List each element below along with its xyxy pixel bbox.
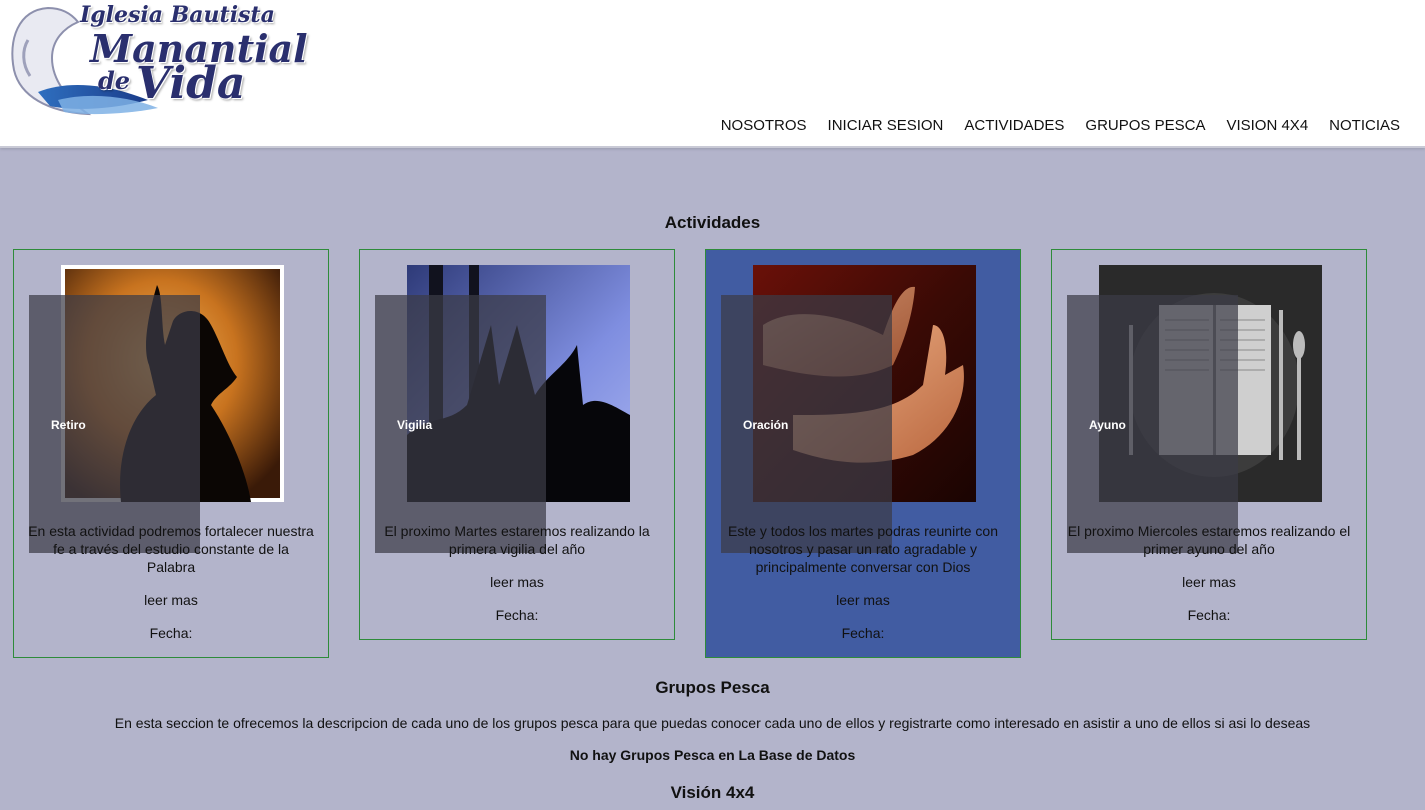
card-label-ayuno: Ayuno [1089, 418, 1126, 432]
activity-card-oracion[interactable]: Oración Este y todos los martes podras r… [705, 249, 1021, 658]
card-date: Fecha: [149, 625, 193, 641]
read-more-link[interactable]: leer mas [360, 574, 674, 590]
read-more-link[interactable]: leer mas [14, 592, 328, 608]
main-nav: NOSOTROS INICIAR SESION ACTIVIDADES GRUP… [700, 117, 1400, 134]
card-label-retiro: Retiro [51, 418, 86, 432]
logo-line-3b: Vida [136, 58, 246, 109]
card-description: El proximo Martes estaremos realizando l… [384, 523, 650, 557]
vision-title: Visión 4x4 [670, 783, 755, 802]
card-description: Este y todos los martes podras reunirte … [727, 523, 999, 575]
actividades-title: Actividades [664, 213, 761, 232]
grupos-pesca-title: Grupos Pesca [655, 678, 770, 697]
card-description: El proximo Miercoles estaremos realizand… [1067, 523, 1351, 557]
grupos-pesca-description: En esta seccion te ofrecemos la descripc… [114, 715, 1311, 731]
card-date: Fecha: [841, 625, 885, 641]
nav-actividades[interactable]: ACTIVIDADES [964, 117, 1064, 134]
logo-line-3a: de [98, 66, 131, 95]
nav-grupos-pesca[interactable]: GRUPOS PESCA [1085, 117, 1205, 134]
card-description: En esta actividad podremos fortalecer nu… [28, 523, 314, 575]
read-more-link[interactable]: leer mas [1052, 574, 1366, 590]
activity-card-ayuno[interactable]: Ayuno El proximo Miercoles estaremos rea… [1051, 249, 1367, 640]
card-label-vigilia: Vigilia [397, 418, 433, 432]
grupos-pesca-empty-notice: No hay Grupos Pesca en La Base de Datos [569, 747, 856, 763]
site-header: Iglesia Bautista Manantial de Vida NOSOT… [0, 0, 1425, 148]
card-date: Fecha: [495, 607, 539, 623]
card-label-oracion: Oración [743, 418, 789, 432]
activity-card-vigilia[interactable]: Vigilia El proximo Martes estaremos real… [359, 249, 675, 640]
nav-nosotros[interactable]: NOSOTROS [721, 117, 807, 134]
nav-noticias[interactable]: NOTICIAS [1329, 117, 1400, 134]
nav-iniciar-sesion[interactable]: INICIAR SESION [828, 117, 944, 134]
church-logo[interactable]: Iglesia Bautista Manantial de Vida [8, 0, 308, 118]
nav-vision-4x4[interactable]: VISION 4X4 [1226, 117, 1308, 134]
logo-line-1: Iglesia Bautista [80, 2, 275, 28]
card-date: Fecha: [1187, 607, 1231, 623]
read-more-link[interactable]: leer mas [706, 592, 1020, 608]
activity-card-retiro[interactable]: Retiro En esta actividad podremos fortal… [13, 249, 329, 658]
